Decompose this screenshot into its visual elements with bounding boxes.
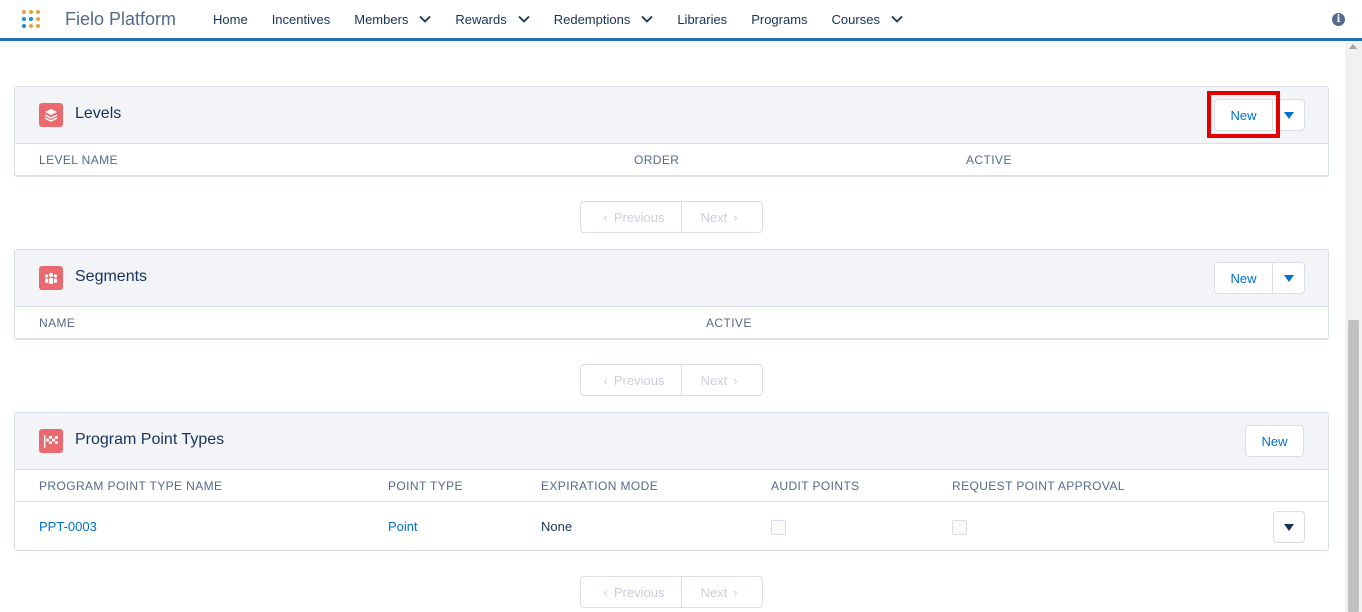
chevron-left-icon: ‹	[603, 372, 608, 388]
caret-down-icon	[1283, 111, 1294, 119]
nav-item-members[interactable]: Members	[342, 0, 443, 38]
next-label: Next	[700, 372, 728, 388]
previous-button[interactable]: ‹ Previous	[581, 202, 682, 232]
point-type-link[interactable]: Point	[388, 519, 418, 534]
next-button[interactable]: Next ›	[682, 577, 762, 607]
chevron-down-icon[interactable]	[419, 13, 432, 25]
app-name: Fielo Platform	[65, 9, 177, 29]
table-row: PPT-0003 Point None	[15, 502, 1328, 550]
chevron-down-icon[interactable]	[518, 13, 530, 25]
new-point-type-button[interactable]: New	[1245, 425, 1304, 457]
column-header[interactable]: ACTIVE	[706, 316, 752, 330]
program-point-types-card: Program Point Types New PROGRAM POINT TY…	[14, 412, 1329, 551]
levels-card: Levels New LEVEL NAME ORDER ACTIVE	[14, 86, 1329, 177]
top-navigation-bar: Fielo Platform Home Incentives Members R…	[0, 0, 1362, 41]
scroll-up-arrow-icon[interactable]	[1349, 44, 1357, 49]
caret-down-icon	[1284, 523, 1294, 531]
table-header: PROGRAM POINT TYPE NAME POINT TYPE EXPIR…	[15, 470, 1328, 502]
nav-item-redemptions[interactable]: Redemptions	[542, 0, 666, 38]
column-header[interactable]: AUDIT POINTS	[771, 479, 860, 493]
caret-down-icon	[1283, 274, 1294, 282]
next-label: Next	[700, 209, 728, 225]
point-types-pagination: ‹ Previous Next ›	[580, 576, 763, 608]
nav-item-courses[interactable]: Courses	[820, 0, 915, 38]
previous-label: Previous	[613, 584, 665, 600]
scrollbar-thumb[interactable]	[1348, 320, 1359, 612]
nav-item-libraries[interactable]: Libraries	[665, 0, 739, 38]
app-launcher-icon[interactable]	[22, 10, 42, 30]
nav-item-home[interactable]: Home	[201, 0, 260, 38]
nav-item-label: Redemptions	[553, 11, 631, 27]
new-button-group: New	[1245, 425, 1304, 457]
nav-item-programs[interactable]: Programs	[739, 0, 819, 38]
previous-label: Previous	[613, 209, 665, 225]
nav-item-label: Libraries	[677, 11, 728, 27]
card-header: Levels New	[15, 87, 1328, 144]
chevron-right-icon: ›	[733, 584, 738, 600]
segments-more-actions-button[interactable]	[1273, 262, 1305, 294]
table-header: NAME ACTIVE	[15, 307, 1328, 339]
table-header: LEVEL NAME ORDER ACTIVE	[15, 144, 1328, 176]
next-button[interactable]: Next ›	[682, 365, 762, 395]
column-header[interactable]: REQUEST POINT APPROVAL	[952, 479, 1125, 493]
levels-pagination: ‹ Previous Next ›	[580, 201, 763, 233]
request-point-approval-checkbox	[952, 520, 967, 535]
nav-item-label: Rewards	[455, 11, 507, 27]
row-actions-button[interactable]	[1273, 511, 1305, 543]
levels-more-actions-button[interactable]	[1273, 99, 1305, 131]
segments-pagination: ‹ Previous Next ›	[580, 364, 763, 396]
card-title: Program Point Types	[75, 431, 225, 448]
new-segment-button[interactable]: New	[1214, 262, 1273, 294]
nav-item-label: Incentives	[271, 11, 331, 27]
card-title: Segments	[75, 268, 148, 285]
column-header[interactable]: NAME	[39, 316, 75, 330]
segments-card: Segments New NAME ACTIVE	[14, 249, 1329, 340]
vertical-scrollbar[interactable]	[1345, 41, 1362, 612]
next-button[interactable]: Next ›	[682, 202, 762, 232]
point-type-name-link[interactable]: PPT-0003	[39, 519, 97, 534]
chevron-down-icon[interactable]	[891, 13, 903, 25]
levels-stack-icon	[39, 103, 63, 127]
card-title: Levels	[75, 105, 122, 122]
info-icon[interactable]: i	[1332, 13, 1345, 26]
chevron-right-icon: ›	[733, 209, 738, 225]
nav-item-label: Programs	[751, 11, 808, 27]
new-button-group: New	[1214, 99, 1305, 131]
nav-tabs: Home Incentives Members Rewards Redempti…	[201, 0, 915, 38]
previous-button[interactable]: ‹ Previous	[581, 577, 682, 607]
chevron-left-icon: ‹	[603, 209, 608, 225]
expiration-mode-value: None	[541, 519, 573, 534]
nav-item-incentives[interactable]: Incentives	[260, 0, 343, 38]
column-header[interactable]: LEVEL NAME	[39, 153, 118, 167]
column-header[interactable]: EXPIRATION MODE	[541, 479, 658, 493]
nav-item-label: Courses	[831, 11, 880, 27]
checkered-flag-icon	[39, 429, 63, 453]
chevron-down-icon[interactable]	[641, 13, 653, 25]
nav-item-label: Home	[213, 11, 248, 27]
chevron-left-icon: ‹	[603, 584, 608, 600]
column-header[interactable]: POINT TYPE	[388, 479, 463, 493]
column-header[interactable]: PROGRAM POINT TYPE NAME	[39, 479, 222, 493]
column-header[interactable]: ACTIVE	[966, 153, 1012, 167]
card-header: Segments New	[15, 250, 1328, 307]
nav-item-label: Members	[354, 11, 409, 27]
previous-button[interactable]: ‹ Previous	[581, 365, 682, 395]
new-button-group: New	[1214, 262, 1305, 294]
card-header: Program Point Types New	[15, 413, 1328, 470]
previous-label: Previous	[613, 372, 665, 388]
column-header[interactable]: ORDER	[634, 153, 679, 167]
segments-group-icon	[39, 266, 63, 290]
new-level-button[interactable]: New	[1214, 99, 1273, 131]
chevron-right-icon: ›	[733, 372, 738, 388]
next-label: Next	[700, 584, 728, 600]
audit-points-checkbox	[771, 520, 786, 535]
nav-item-rewards[interactable]: Rewards	[443, 0, 541, 38]
